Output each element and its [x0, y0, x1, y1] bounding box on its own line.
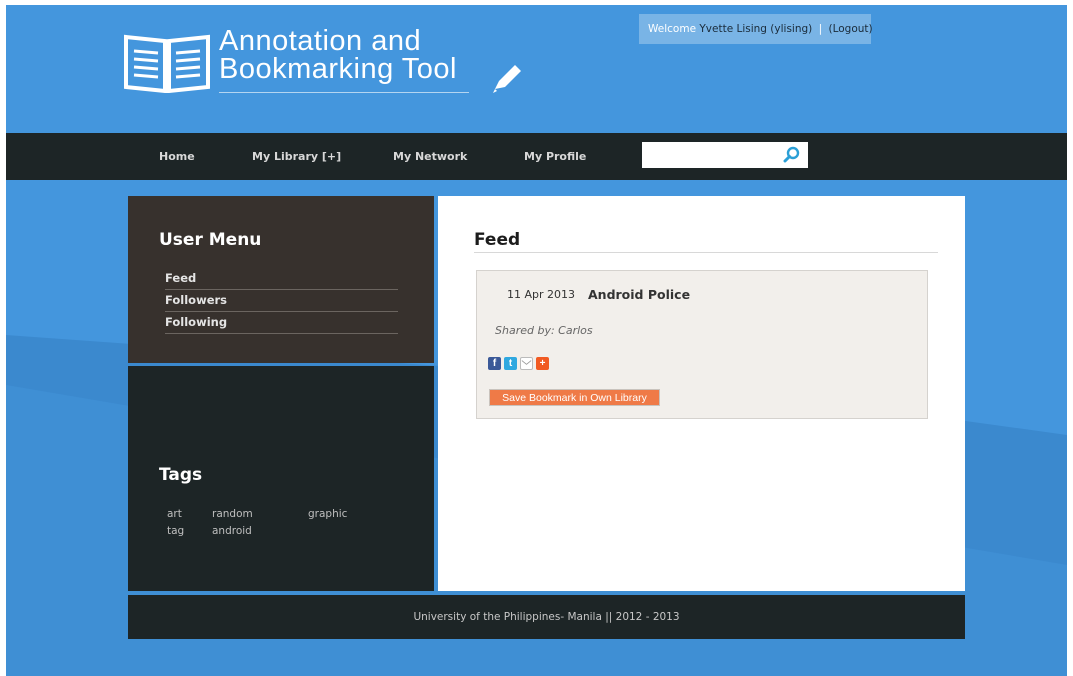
tag-link[interactable]: art	[167, 508, 182, 520]
facebook-icon[interactable]: f	[488, 357, 501, 370]
footer: University of the Philippines- Manila ||…	[128, 595, 965, 639]
nav-my-library[interactable]: My Library [+]	[252, 133, 341, 180]
welcome-label: Welcome	[648, 23, 697, 35]
app-title-line1: Annotation and	[219, 25, 422, 57]
add-share-icon[interactable]: +	[536, 357, 549, 370]
title-underline	[219, 92, 469, 93]
main-nav: Home My Library [+] My Network My Profil…	[6, 133, 1067, 180]
save-bookmark-button[interactable]: Save Bookmark in Own Library	[489, 389, 660, 406]
logout-link[interactable]: (Logout)	[829, 23, 873, 35]
user-menu-item-feed[interactable]: Feed	[165, 269, 398, 290]
user-name[interactable]: Yvette Lising (ylising)	[699, 23, 812, 35]
feed-entry: 11 Apr 2013 Android Police Shared by: Ca…	[476, 270, 928, 419]
user-menu-panel: User Menu Feed Followers Following	[128, 196, 434, 363]
user-menu-title: User Menu	[159, 230, 262, 250]
pencil-icon	[493, 65, 521, 93]
nav-my-profile[interactable]: My Profile	[524, 133, 586, 180]
page: Annotation and Bookmarking Tool Welcome …	[6, 5, 1067, 676]
user-menu-item-following[interactable]: Following	[165, 313, 398, 334]
footer-text: University of the Philippines- Manila ||…	[413, 611, 680, 623]
book-logo-icon	[124, 34, 210, 93]
title-divider	[474, 252, 938, 253]
app-title-line2: Bookmarking Tool	[219, 53, 457, 85]
welcome-separator: |	[818, 23, 823, 35]
main-content: Feed 11 Apr 2013 Android Police Shared b…	[438, 196, 965, 591]
tags-title: Tags	[159, 465, 203, 485]
twitter-icon[interactable]: t	[504, 357, 517, 370]
search-icon[interactable]	[783, 146, 801, 164]
tag-link[interactable]: tag	[167, 525, 184, 537]
page-title: Feed	[474, 230, 521, 250]
email-icon[interactable]	[520, 357, 533, 370]
user-menu-item-followers[interactable]: Followers	[165, 291, 398, 312]
entry-title-link[interactable]: Android Police	[588, 287, 690, 302]
nav-home[interactable]: Home	[159, 133, 195, 180]
welcome-bar: Welcome Yvette Lising (ylising) | (Logou…	[639, 14, 873, 44]
tag-link[interactable]: random	[212, 508, 253, 520]
nav-my-network[interactable]: My Network	[393, 133, 467, 180]
app-title: Annotation and Bookmarking Tool	[219, 25, 457, 85]
entry-date: 11 Apr 2013	[507, 288, 576, 301]
tag-link[interactable]: graphic	[308, 508, 347, 520]
tags-panel: Tags art random graphic tag android	[128, 366, 434, 591]
shared-by-text: Shared by: Carlos	[495, 324, 593, 337]
tag-link[interactable]: android	[212, 525, 252, 537]
